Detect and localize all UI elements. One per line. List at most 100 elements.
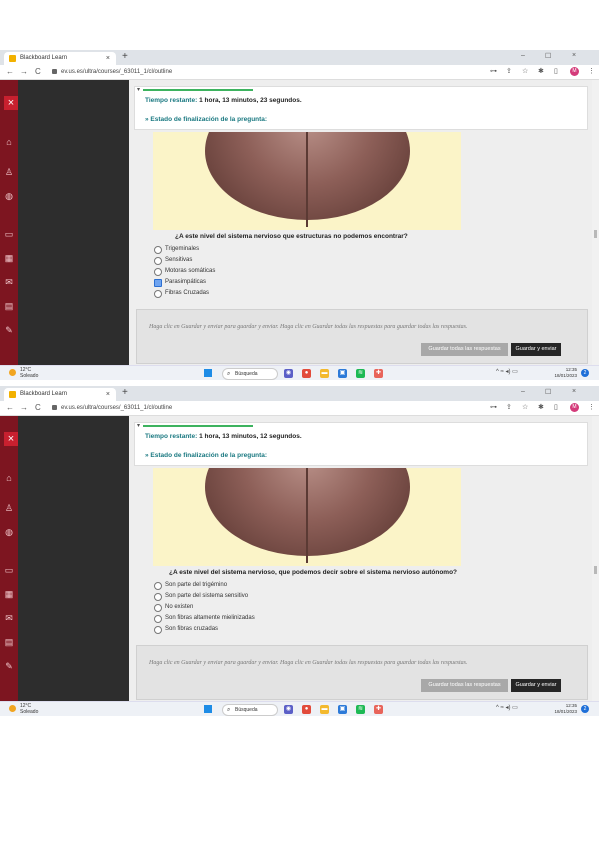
answer-option[interactable]: Son fibras altamente mielinizadas [154,613,255,624]
sidebar-icon[interactable]: ▯ [554,67,558,75]
close-panel-button[interactable]: × [4,96,18,110]
scrollbar[interactable] [592,416,599,701]
tab-close-icon[interactable]: × [106,52,110,65]
minimize-button[interactable]: – [521,52,525,59]
new-tab-button[interactable]: + [122,51,128,62]
chrome-icon[interactable]: ● [302,369,311,378]
chevron-down-icon[interactable]: ▾ [137,86,140,93]
back-icon[interactable]: ← [6,67,14,76]
key-icon[interactable]: ⊶ [490,403,497,411]
grades-icon[interactable]: ▤ [3,636,15,648]
chat-icon[interactable]: ◉ [284,705,293,714]
notification-badge[interactable]: 2 [581,369,589,377]
profile-avatar[interactable]: M [570,403,579,412]
clock[interactable]: 12:35 18/01/2023 [551,703,577,715]
extensions-icon[interactable]: ✱ [538,403,544,411]
institution-icon[interactable]: ⌂ [3,136,15,148]
mail-icon[interactable]: ✉ [3,612,15,624]
radio-button[interactable] [154,582,162,590]
menu-icon[interactable]: ⋮ [588,403,595,411]
forward-icon[interactable]: → [20,67,28,76]
answer-option[interactable]: Sensitivas [154,255,215,266]
restore-button[interactable]: ☐ [545,52,551,60]
url-field[interactable]: ev.us.es/ultra/courses/_63011_1/cl/outli… [52,403,482,413]
profile-avatar[interactable]: M [570,67,579,76]
radio-button[interactable] [154,257,162,265]
app-icon[interactable]: ✚ [374,369,383,378]
forward-icon[interactable]: → [20,403,28,412]
system-tray[interactable]: ^ ≈ ◂) ▭ [496,704,518,711]
window-close-button[interactable]: × [572,52,576,59]
reload-icon[interactable]: C [35,403,41,412]
bookmark-star-icon[interactable]: ☆ [522,67,528,75]
radio-button[interactable] [154,268,162,276]
tools-icon[interactable]: ✎ [3,324,15,336]
spotify-icon[interactable]: ≋ [356,705,365,714]
save-all-button[interactable]: Guardar todas las respuestas [421,679,508,692]
answer-option[interactable]: Motoras somáticas [154,266,215,277]
globe-icon[interactable]: ◍ [3,526,15,538]
chevron-down-icon[interactable]: ▾ [137,422,140,429]
scrollbar-thumb[interactable] [594,566,597,574]
store-icon[interactable]: ▣ [338,369,347,378]
institution-icon[interactable]: ⌂ [3,472,15,484]
spotify-icon[interactable]: ≋ [356,369,365,378]
radio-button[interactable] [154,615,162,623]
taskbar-search[interactable]: ⌕ Búsqueda [222,704,278,716]
new-tab-button[interactable]: + [122,387,128,398]
radio-button[interactable] [154,626,162,634]
folder-icon[interactable]: ▬ [320,705,329,714]
minimize-button[interactable]: – [521,388,525,395]
browser-tab[interactable]: Blackboard Learn × [4,52,116,65]
notification-badge[interactable]: 2 [581,705,589,713]
completion-status-toggle[interactable]: » Estado de finalización de la pregunta: [145,452,267,459]
answer-option[interactable]: Son parte del trigémino [154,580,255,591]
radio-button[interactable] [154,290,162,298]
key-icon[interactable]: ⊶ [490,67,497,75]
share-icon[interactable]: ⇪ [506,403,512,411]
user-icon[interactable]: ♙ [3,502,15,514]
globe-icon[interactable]: ◍ [3,190,15,202]
save-and-submit-button[interactable]: Guardar y enviar [511,679,561,692]
scrollbar-thumb[interactable] [594,230,597,238]
courses-icon[interactable]: ▭ [3,564,15,576]
courses-icon[interactable]: ▭ [3,228,15,240]
reload-icon[interactable]: C [35,67,41,76]
bookmark-star-icon[interactable]: ☆ [522,403,528,411]
extensions-icon[interactable]: ✱ [538,67,544,75]
windows-start-icon[interactable] [204,705,212,713]
completion-status-toggle[interactable]: » Estado de finalización de la pregunta: [145,116,267,123]
radio-button[interactable] [154,593,162,601]
answer-option[interactable]: Son fibras cruzadas [154,624,255,635]
store-icon[interactable]: ▣ [338,705,347,714]
radio-button-selected[interactable] [154,279,162,287]
clock[interactable]: 12:35 18/01/2023 [551,367,577,379]
share-icon[interactable]: ⇪ [506,67,512,75]
chat-icon[interactable]: ◉ [284,369,293,378]
answer-option[interactable]: Trigeminales [154,244,215,255]
radio-button[interactable] [154,246,162,254]
radio-button[interactable] [154,604,162,612]
sidebar-icon[interactable]: ▯ [554,403,558,411]
mail-icon[interactable]: ✉ [3,276,15,288]
answer-option[interactable]: No existen [154,602,255,613]
tab-close-icon[interactable]: × [106,388,110,401]
calendar-icon[interactable]: ▦ [3,252,15,264]
answer-option[interactable]: Son parte del sistema sensitivo [154,591,255,602]
back-icon[interactable]: ← [6,403,14,412]
scrollbar[interactable] [592,80,599,365]
tools-icon[interactable]: ✎ [3,660,15,672]
save-all-button[interactable]: Guardar todas las respuestas [421,343,508,356]
restore-button[interactable]: ☐ [545,388,551,396]
chrome-icon[interactable]: ● [302,705,311,714]
menu-icon[interactable]: ⋮ [588,67,595,75]
windows-start-icon[interactable] [204,369,212,377]
answer-option[interactable]: Parasimpáticas [154,277,215,288]
weather-widget[interactable]: 12°C Soleado [20,703,38,715]
url-field[interactable]: ev.us.es/ultra/courses/_63011_1/cl/outli… [52,67,482,77]
close-panel-button[interactable]: × [4,432,18,446]
user-icon[interactable]: ♙ [3,166,15,178]
weather-widget[interactable]: 12°C Soleado [20,367,38,379]
taskbar-search[interactable]: ⌕ Búsqueda [222,368,278,380]
answer-option[interactable]: Fibras Cruzadas [154,288,215,299]
